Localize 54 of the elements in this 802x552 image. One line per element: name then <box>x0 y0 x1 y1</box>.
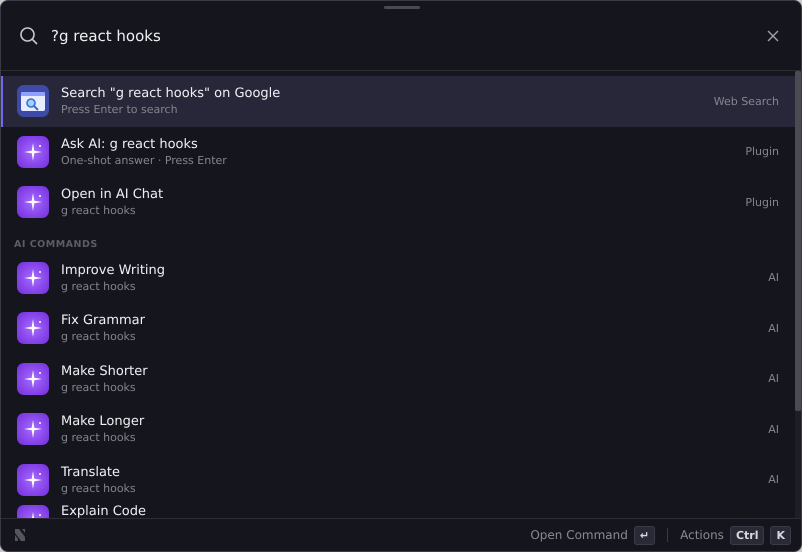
result-title: Explain Code <box>61 505 148 518</box>
result-title: Improve Writing <box>61 262 166 278</box>
result-type-label: AI <box>768 473 779 486</box>
section-header: AI COMMANDS <box>13 238 99 252</box>
result-subtitle: Press Enter to search <box>61 103 179 116</box>
sparkle-icon <box>17 312 49 344</box>
result-type-label: Plugin <box>745 196 779 209</box>
sparkle-icon <box>17 413 49 446</box>
sparkle-icon <box>17 362 49 395</box>
sparkle-icon <box>17 464 49 496</box>
result-subtitle: g react hooks <box>61 204 137 218</box>
open-command-label: Open Command <box>530 528 628 542</box>
result-item[interactable]: Explain Code <box>1 505 795 518</box>
result-item[interactable]: Improve Writing g react hooks AI <box>1 252 795 303</box>
result-item[interactable]: Open in AI Chat g react hooks Plugin <box>1 177 795 228</box>
result-title: Ask AI: g react hooks <box>61 136 199 152</box>
result-item[interactable]: Ask AI: g react hooks One-shot answer · Press Enter Plugin <box>1 126 795 177</box>
result-subtitle: g react hooks <box>61 280 137 293</box>
result-subtitle: g react hooks <box>61 380 137 394</box>
result-subtitle: g react hooks <box>61 482 137 495</box>
result-subtitle: g react hooks <box>61 431 137 444</box>
close-icon[interactable] <box>767 30 779 42</box>
sparkle-icon <box>17 186 49 218</box>
result-title: Open in AI Chat <box>61 187 164 202</box>
scrollbar-thumb[interactable] <box>795 71 801 411</box>
shortcut-key[interactable]: Ctrl <box>730 526 764 544</box>
result-item[interactable]: Fix Grammar g react hooks AI <box>1 303 795 354</box>
sparkle-icon <box>17 136 49 168</box>
search-icon <box>19 26 39 46</box>
app-logo-icon <box>13 527 27 543</box>
result-title: Make Shorter <box>61 364 149 379</box>
result-item[interactable]: Make Longer g react hooks AI <box>1 404 795 454</box>
result-item[interactable]: Make Shorter g react hooks AI <box>1 354 795 404</box>
enter-key[interactable]: ↵ <box>634 526 656 544</box>
result-subtitle: g react hooks <box>61 330 137 344</box>
result-type-label: AI <box>768 271 779 284</box>
result-type-label: AI <box>768 322 779 335</box>
search-field[interactable]: ?g react hooks <box>51 26 755 44</box>
actions-label: Actions <box>680 528 724 542</box>
result-subtitle: One-shot answer · Press Enter <box>61 154 228 167</box>
shortcut-key[interactable]: K <box>770 526 791 544</box>
result-title: Search "g react hooks" on Google <box>61 86 282 102</box>
result-item[interactable]: Translate g react hooks AI <box>1 454 795 505</box>
result-type-label: Web Search <box>714 94 779 108</box>
sparkle-icon <box>17 262 49 294</box>
result-title: Translate <box>61 464 122 480</box>
browser-search-icon <box>17 85 49 118</box>
result-type-label: AI <box>768 372 779 386</box>
result-type-label: Plugin <box>745 145 779 158</box>
result-title: Fix Grammar <box>61 313 146 328</box>
result-title: Make Longer <box>61 414 146 430</box>
drag-handle[interactable] <box>384 6 420 9</box>
result-type-label: AI <box>768 422 779 436</box>
result-item[interactable]: Search "g react hooks" on Google Press Enter to search Web Search <box>1 76 795 126</box>
